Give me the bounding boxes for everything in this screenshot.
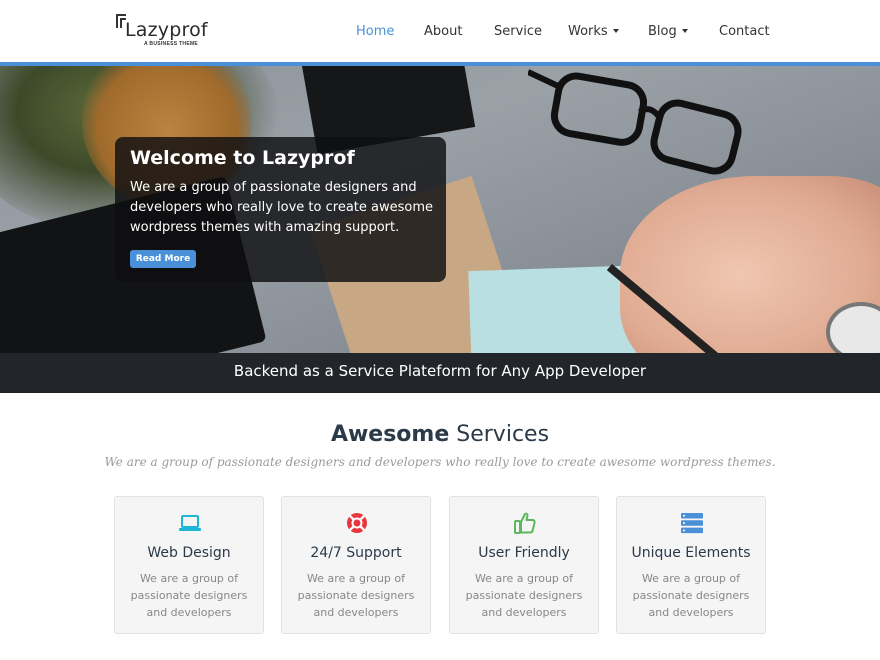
server-icon (681, 513, 703, 534)
laptop-icon (179, 515, 201, 531)
tagline-strip: Backend as a Service Plateform for Any A… (0, 353, 880, 393)
nav-blog-label: Blog (648, 24, 677, 39)
card-text: We are a group of passionate designers a… (632, 572, 750, 619)
logo[interactable]: Lazyprof A BUSINESS THEME (116, 14, 226, 50)
site-header: Lazyprof A BUSINESS THEME Home About Ser… (0, 0, 880, 62)
welcome-text: We are a group of passionate designers a… (130, 180, 433, 235)
nav-about[interactable]: About (424, 24, 462, 39)
service-card-user-friendly[interactable]: User Friendly We are a group of passiona… (449, 496, 599, 634)
service-card-web-design[interactable]: Web Design We are a group of passionate … (114, 496, 264, 634)
card-text: We are a group of passionate designers a… (297, 572, 415, 619)
caret-down-icon (681, 28, 688, 33)
card-title: User Friendly (478, 545, 570, 561)
read-more-button[interactable]: Read More (130, 250, 196, 268)
nav-works-label: Works (568, 24, 608, 39)
logo-tagline: A BUSINESS THEME (144, 41, 199, 47)
card-text: We are a group of passionate designers a… (465, 572, 583, 619)
nav-home[interactable]: Home (356, 24, 394, 39)
hero-image-glasses (528, 69, 742, 175)
welcome-title: Welcome to Lazyprof (130, 147, 355, 169)
nav-blog[interactable]: Blog (648, 24, 688, 39)
caret-down-icon (612, 28, 619, 33)
card-title: 24/7 Support (310, 545, 402, 561)
welcome-box: Welcome to Lazyprof We are a group of pa… (115, 137, 446, 282)
card-text: We are a group of passionate designers a… (130, 572, 248, 619)
nav-works[interactable]: Works (568, 24, 619, 39)
nav-contact[interactable]: Contact (719, 24, 770, 39)
card-title: Unique Elements (631, 545, 751, 561)
services-title-bold: Awesome (330, 422, 450, 447)
card-title: Web Design (147, 545, 231, 561)
services-title: Awesome Services (0, 422, 880, 447)
services-subtitle: We are a group of passionate designers a… (104, 455, 776, 469)
nav-service[interactable]: Service (494, 24, 542, 39)
thumbs-up-icon (514, 512, 536, 534)
service-card-unique-elements[interactable]: Unique Elements We are a group of passio… (616, 496, 766, 634)
service-card-support[interactable]: 24/7 Support We are a group of passionat… (281, 496, 431, 634)
logo-name: Lazyprof (125, 19, 208, 41)
services-title-rest: Services (456, 422, 550, 447)
lifebuoy-icon (347, 513, 367, 533)
tagline-strip-text: Backend as a Service Plateform for Any A… (233, 362, 647, 380)
